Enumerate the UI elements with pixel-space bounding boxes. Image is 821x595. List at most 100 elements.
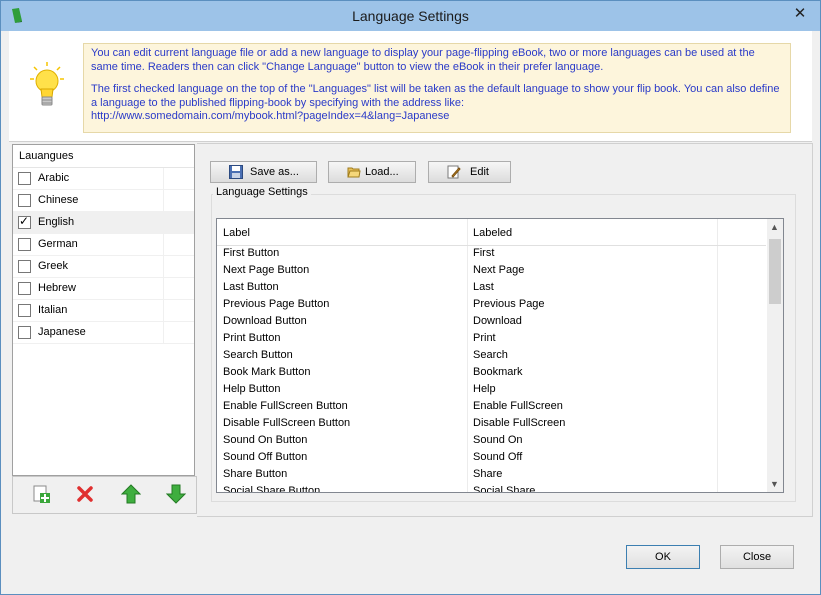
close-window-button[interactable]: ✕ [788, 5, 812, 23]
labeled-cell[interactable]: Download [473, 315, 522, 327]
language-checkbox[interactable] [18, 326, 31, 339]
language-checkbox[interactable] [18, 172, 31, 185]
language-label: German [38, 238, 78, 250]
language-item[interactable]: Hebrew [13, 278, 194, 300]
labeled-cell[interactable]: First [473, 247, 494, 259]
folder-open-icon [347, 167, 361, 178]
label-cell: Help Button [223, 383, 281, 395]
scroll-thumb[interactable] [769, 239, 781, 304]
column-separator [163, 256, 164, 277]
table-row[interactable]: Sound Off Button Sound Off [217, 449, 766, 466]
labeled-cell[interactable]: Last [473, 281, 494, 293]
vertical-scrollbar[interactable]: ▲ ▼ [767, 219, 783, 492]
labeled-cell[interactable]: Bookmark [473, 366, 523, 378]
scroll-up-icon[interactable]: ▲ [770, 222, 779, 232]
table-row[interactable]: Disable FullScreen Button Disable FullScr… [217, 415, 766, 432]
language-checkbox[interactable] [18, 304, 31, 317]
table-row[interactable]: Share Button Share [217, 466, 766, 483]
table-row[interactable]: Search Button Search [217, 347, 766, 364]
language-item[interactable]: Chinese [13, 190, 194, 212]
language-item[interactable]: English [13, 212, 194, 234]
move-down-icon[interactable] [166, 484, 186, 504]
label-cell: Social Share Button [223, 485, 321, 493]
label-cell: Enable FullScreen Button [223, 400, 348, 412]
labeled-cell[interactable]: Social Share [473, 485, 535, 492]
info-paragraph-1: You can edit current language file or ad… [91, 47, 755, 73]
table-row[interactable]: Previous Page Button Previous Page [217, 296, 766, 313]
table-row[interactable]: Print Button Print [217, 330, 766, 347]
table-row[interactable]: Help Button Help [217, 381, 766, 398]
save-as-button[interactable]: Save as... [210, 161, 317, 183]
language-checkbox[interactable] [18, 260, 31, 273]
label-cell: Search Button [223, 349, 293, 361]
info-paragraph-2: The first checked language on the top of… [91, 83, 780, 109]
table-row[interactable]: Social Share Button Social Share [217, 483, 766, 493]
language-checkbox[interactable] [18, 282, 31, 295]
language-item[interactable]: Japanese [13, 322, 194, 344]
title-bar[interactable]: Language Settings ✕ [1, 1, 820, 31]
language-settings-area: Save as... Load... Edit Language Setting… [197, 143, 813, 517]
delete-language-icon[interactable] [75, 484, 95, 504]
column-separator [163, 322, 164, 343]
table-row[interactable]: First Button First [217, 245, 766, 262]
table-row[interactable]: Enable FullScreen Button Enable FullScree… [217, 398, 766, 415]
label-cell: First Button [223, 247, 280, 259]
labeled-cell[interactable]: Help [473, 383, 496, 395]
edit-label: Edit [470, 166, 489, 178]
settings-grid[interactable]: Label Labeled First Button First Next Page… [216, 218, 784, 493]
save-icon [229, 165, 243, 179]
language-item[interactable]: Arabic [13, 168, 194, 190]
language-checkbox[interactable] [18, 238, 31, 251]
load-button[interactable]: Load... [328, 161, 416, 183]
labeled-cell[interactable]: Sound On [473, 434, 523, 446]
column-separator [163, 190, 164, 211]
labeled-cell[interactable]: Enable FullScreen [473, 400, 563, 412]
label-cell: Print Button [223, 332, 281, 344]
language-label: Italian [38, 304, 68, 316]
close-button[interactable]: Close [720, 545, 794, 569]
labeled-cell[interactable]: Next Page [473, 264, 524, 276]
edit-icon [447, 165, 461, 179]
language-item[interactable]: Greek [13, 256, 194, 278]
edit-button[interactable]: Edit [428, 161, 511, 183]
language-checkbox[interactable] [18, 194, 31, 207]
label-cell: Disable FullScreen Button [223, 417, 351, 429]
labeled-cell[interactable]: Previous Page [473, 298, 545, 310]
column-header-label[interactable]: Label [223, 227, 250, 239]
label-cell: Sound Off Button [223, 451, 308, 463]
language-label: Hebrew [38, 282, 76, 294]
load-label: Load... [365, 166, 399, 178]
lightbulb-icon [30, 62, 64, 106]
labeled-cell[interactable]: Search [473, 349, 508, 361]
settings-group-label: Language Settings [213, 186, 311, 198]
info-panel: You can edit current language file or ad… [9, 31, 812, 142]
column-header-labeled[interactable]: Labeled [473, 227, 512, 239]
language-item[interactable]: Italian [13, 300, 194, 322]
label-cell: Share Button [223, 468, 288, 480]
ok-button[interactable]: OK [626, 545, 700, 569]
add-language-icon[interactable] [31, 484, 51, 504]
column-separator [163, 278, 164, 299]
labeled-cell[interactable]: Share [473, 468, 502, 480]
label-cell: Last Button [223, 281, 279, 293]
table-row[interactable]: Book Mark Button Bookmark [217, 364, 766, 381]
table-row[interactable]: Next Page Button Next Page [217, 262, 766, 279]
column-separator [163, 234, 164, 255]
labeled-cell[interactable]: Disable FullScreen [473, 417, 565, 429]
table-row[interactable]: Sound On Button Sound On [217, 432, 766, 449]
info-message: You can edit current language file or ad… [83, 43, 791, 133]
move-up-icon[interactable] [121, 484, 141, 504]
label-cell: Next Page Button [223, 264, 310, 276]
table-row[interactable]: Download Button Download [217, 313, 766, 330]
language-label: Arabic [38, 172, 70, 184]
scroll-down-icon[interactable]: ▼ [770, 479, 779, 489]
labeled-cell[interactable]: Sound Off [473, 451, 522, 463]
language-checkbox[interactable] [18, 214, 31, 229]
language-item[interactable]: German [13, 234, 194, 256]
language-label: Japanese [38, 326, 86, 338]
table-row[interactable]: Last Button Last [217, 279, 766, 296]
dialog-content: You can edit current language file or ad… [9, 31, 813, 590]
labeled-cell[interactable]: Print [473, 332, 496, 344]
column-separator [163, 168, 164, 189]
info-url: http://www.somedomain.com/mybook.html?pa… [91, 110, 450, 122]
